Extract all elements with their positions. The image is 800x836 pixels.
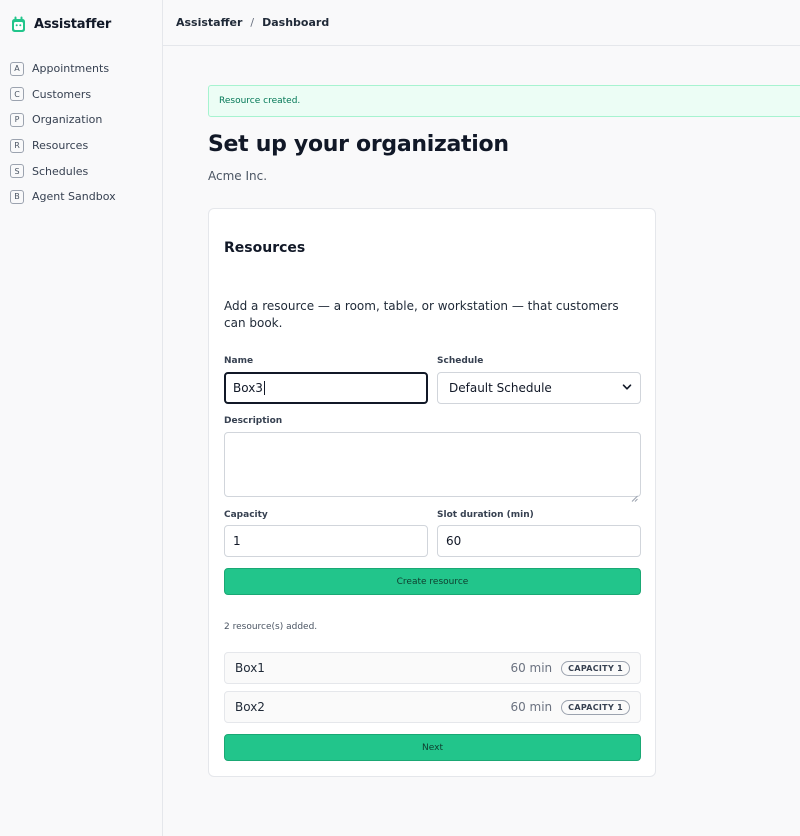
resources-card: Resources Add a resource — a room, table… (208, 208, 656, 777)
create-resource-label: Create resource (396, 576, 469, 587)
brand-name: Assistaffer (34, 16, 112, 32)
resource-row: Box2 60 min CAPACITY 1 (224, 691, 641, 723)
sidebar-item-label: Customers (32, 87, 92, 101)
resource-name: Box2 (235, 700, 265, 714)
sidebar-item-agent-sandbox[interactable]: B Agent Sandbox (0, 184, 162, 210)
calendar-robot-icon (11, 16, 26, 33)
sidebar-item-customers[interactable]: C Customers (0, 82, 162, 108)
shortcut-key-icon: R (10, 138, 24, 153)
shortcut-key-icon: B (10, 189, 24, 204)
slot-duration-input[interactable]: 60 (437, 525, 641, 557)
card-title: Resources (224, 240, 306, 256)
name-input-value: Box3 (233, 381, 263, 395)
create-resource-button[interactable]: Create resource (224, 568, 641, 595)
sidebar-item-schedules[interactable]: S Schedules (0, 158, 162, 184)
sidebar: Assistaffer A Appointments C Customers P… (0, 0, 163, 836)
shortcut-key-icon: S (10, 164, 24, 179)
slot-duration-label: Slot duration (min) (437, 510, 534, 520)
breadcrumb: Assistaffer / Dashboard (163, 0, 800, 46)
breadcrumb-separator: / (250, 16, 255, 29)
chevron-down-icon (622, 381, 632, 395)
capacity-label: Capacity (224, 510, 268, 520)
resize-handle-icon[interactable] (631, 487, 638, 502)
capacity-badge: CAPACITY 1 (561, 699, 630, 715)
resource-slot: 60 min (510, 700, 553, 714)
resource-row: Box1 60 min CAPACITY 1 (224, 652, 641, 684)
breadcrumb-current: Dashboard (262, 16, 330, 29)
schedule-select-value: Default Schedule (449, 381, 552, 395)
schedule-label: Schedule (437, 356, 484, 366)
alert-text: Resource created. (219, 96, 301, 106)
shortcut-key-icon: P (10, 112, 24, 127)
sidebar-item-appointments[interactable]: A Appointments (0, 56, 162, 82)
card-description: Add a resource — a room, table, or works… (224, 299, 619, 330)
sidebar-item-organization[interactable]: P Organization (0, 107, 162, 133)
sidebar-item-label: Agent Sandbox (32, 190, 116, 204)
resource-name: Box1 (235, 661, 265, 675)
next-button[interactable]: Next (224, 734, 641, 761)
resource-slot: 60 min (510, 661, 553, 675)
text-caret (263, 381, 265, 395)
brand[interactable]: Assistaffer (0, 0, 162, 48)
sidebar-item-label: Appointments (32, 62, 110, 76)
sidebar-item-label: Schedules (32, 164, 89, 178)
sidebar-item-resources[interactable]: R Resources (0, 133, 162, 159)
sidebar-item-label: Organization (32, 113, 103, 127)
breadcrumb-root[interactable]: Assistaffer (176, 16, 242, 29)
capacity-value: 1 (233, 534, 241, 548)
slot-duration-value: 60 (446, 534, 462, 548)
main-content: Resource created. Set up your organizati… (208, 85, 800, 777)
sidebar-nav: A Appointments C Customers P Organizatio… (0, 56, 162, 210)
sidebar-item-label: Resources (32, 139, 89, 153)
capacity-input[interactable]: 1 (224, 525, 428, 557)
resource-count: 2 resource(s) added. (224, 622, 318, 632)
shortcut-key-icon: C (10, 87, 24, 102)
next-button-label: Next (422, 742, 443, 753)
success-alert: Resource created. (208, 85, 800, 117)
description-textarea[interactable] (224, 432, 641, 502)
page-title: Set up your organization (208, 132, 509, 157)
capacity-badge: CAPACITY 1 (561, 660, 630, 676)
name-input[interactable]: Box3 (224, 372, 428, 404)
schedule-select[interactable]: Default Schedule (437, 372, 641, 404)
shortcut-key-icon: A (10, 61, 24, 76)
name-label: Name (224, 356, 254, 366)
organization-name: Acme Inc. (208, 169, 268, 183)
description-label: Description (224, 416, 283, 426)
